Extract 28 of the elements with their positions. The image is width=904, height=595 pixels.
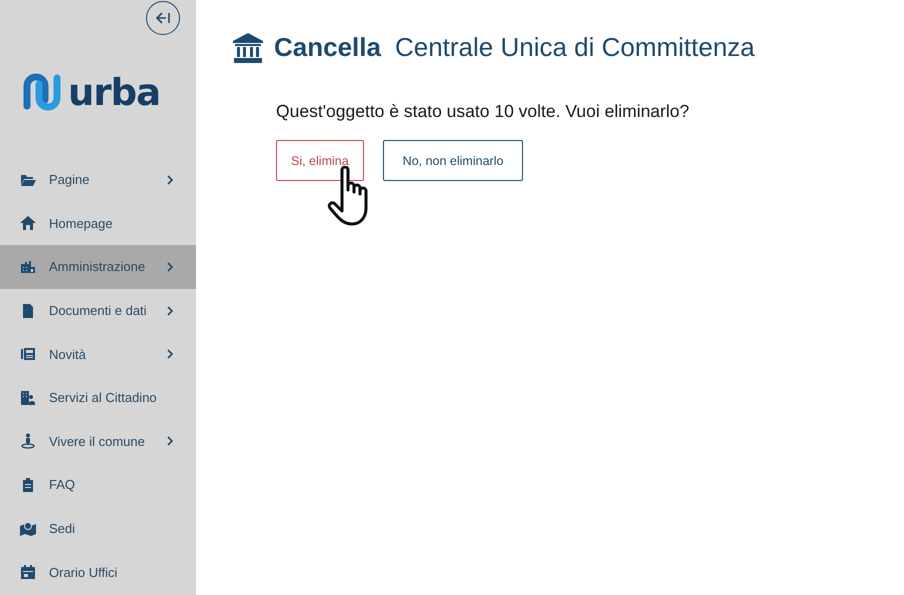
calendar-icon	[20, 564, 36, 580]
sidebar-item[interactable]: Servizi al Cittadino	[0, 376, 196, 420]
collapse-sidebar-button[interactable]	[146, 1, 180, 35]
sidebar-item[interactable]: Homepage	[0, 202, 196, 246]
delete-button[interactable]: Si, elimina	[276, 140, 364, 181]
sidebar-item[interactable]: Amministrazione	[0, 245, 196, 289]
page-action: Cancella	[274, 32, 381, 63]
sidebar-item[interactable]: FAQ	[0, 463, 196, 507]
sidebar-item[interactable]: Documenti e dati	[0, 288, 196, 332]
office-person-icon	[20, 390, 36, 406]
logo-text: urba	[68, 70, 160, 114]
person-pin-icon	[20, 433, 36, 450]
document-icon	[20, 302, 36, 319]
sidebar-item[interactable]: Pagine	[0, 158, 196, 202]
buildings-icon	[20, 258, 36, 275]
sidebar-item[interactable]: Novità	[0, 332, 196, 376]
sidebar-item[interactable]: Sedi	[0, 506, 196, 550]
sidebar-item[interactable]: Vivere il comune	[0, 420, 196, 464]
newspaper-icon	[20, 346, 36, 362]
bank-icon	[232, 32, 264, 62]
arrow-left-icon	[155, 12, 171, 24]
home-icon	[20, 215, 36, 232]
sidebar-item[interactable]: Orario Uffici	[0, 550, 196, 594]
clipboard-icon	[20, 476, 36, 493]
map-pin-icon	[20, 520, 36, 537]
cancel-button[interactable]: No, non eliminarlo	[382, 140, 524, 181]
confirmation-question: Quest'oggetto è stato usato 10 volte. Vuoi eliminarlo?	[276, 101, 690, 122]
page-title: Centrale Unica di Committenza	[394, 32, 755, 63]
